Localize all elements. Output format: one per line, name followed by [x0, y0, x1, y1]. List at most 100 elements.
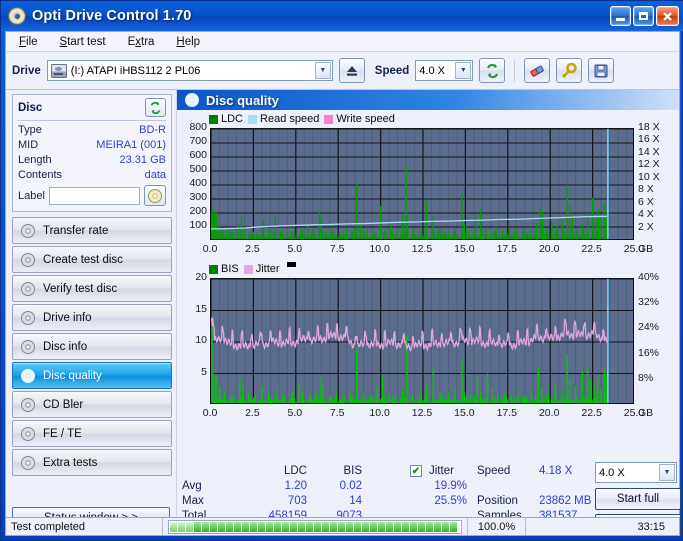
- legend-label: Read speed: [260, 113, 320, 125]
- y-tick-label: 5: [201, 365, 207, 378]
- chevron-down-icon[interactable]: ▼: [314, 62, 331, 79]
- progress-block: [386, 521, 393, 532]
- drive-select[interactable]: (I:) ATAPI iHBS112 2 PL06 ▼: [46, 60, 333, 81]
- save-icon[interactable]: [588, 58, 615, 83]
- sidebar-item-label: Disc quality: [43, 369, 102, 382]
- progress-block: [178, 521, 185, 532]
- sidebar-item-label: Drive info: [43, 311, 92, 324]
- y2-tick-label: 18 X: [638, 121, 660, 133]
- progress-block: [338, 521, 345, 532]
- legend-swatch-jitter: [243, 264, 253, 274]
- y2-tick-label: 16 X: [638, 133, 660, 146]
- x-axis-unit: GB: [638, 407, 654, 419]
- x-tick-label: 2.5: [245, 407, 260, 419]
- sidebar-item-transfer-rate[interactable]: Transfer rate: [12, 217, 172, 244]
- stats-bis-avg: 0.02: [339, 480, 362, 492]
- progress-block: [242, 521, 249, 532]
- disc-key: MID: [18, 139, 39, 151]
- chevron-down-icon[interactable]: ▼: [659, 464, 675, 481]
- y2-tick-label: 40%: [638, 271, 660, 283]
- x-tick-label: 17.5: [496, 407, 518, 419]
- sidebar-item-disc-quality[interactable]: Disc quality: [12, 362, 172, 389]
- disc-icon: [21, 397, 35, 412]
- sidebar-item-fe-te[interactable]: FE / TE: [12, 420, 172, 447]
- progress-block: [330, 521, 337, 532]
- label-input[interactable]: [48, 186, 140, 205]
- disc-row-contents: Contents data: [18, 169, 166, 181]
- legend-label: LDC: [221, 113, 244, 125]
- progress-cell: [163, 518, 468, 535]
- speed-stat-value: 4.18 X: [539, 465, 573, 477]
- y2-tick-label: 6 X: [638, 195, 654, 208]
- plot-area-top: [210, 128, 634, 240]
- position-value: 23862 MB: [539, 495, 592, 507]
- disc-value: data: [144, 169, 166, 181]
- legend-write-speed: Write speed: [324, 113, 395, 125]
- progress-block: [226, 521, 233, 532]
- sidebar-item-label: Create test disc: [43, 253, 123, 266]
- stats-jitter-max: 25.5%: [434, 495, 467, 507]
- x-tick-label: 5.0: [287, 407, 303, 419]
- progress-block: [170, 521, 177, 532]
- progress-block: [298, 521, 305, 532]
- progress-block: [402, 521, 409, 532]
- progress-block: [306, 521, 313, 532]
- disc-panel-header: Disc: [18, 98, 166, 121]
- sidebar-item-label: Disc info: [43, 340, 88, 353]
- app-window: Opti Drive Control 1.70 FFileile Start t…: [0, 0, 683, 541]
- stats-col-ldc: LDC: [283, 465, 307, 477]
- title-bar: Opti Drive Control 1.70: [1, 1, 683, 31]
- cd-icon[interactable]: [144, 185, 166, 206]
- refresh-icon[interactable]: [145, 98, 166, 117]
- drive-icon: [50, 63, 67, 78]
- start-full-button[interactable]: Start full: [595, 488, 681, 510]
- sidebar-item-extra-tests[interactable]: Extra tests: [12, 449, 172, 476]
- menu-extra[interactable]: Extra: [125, 35, 158, 49]
- x-tick-label: 22.5: [581, 407, 602, 419]
- sidebar-item-drive-info[interactable]: Drive info: [12, 304, 172, 331]
- legend-label: Write speed: [336, 113, 395, 125]
- progress-bar: [168, 519, 462, 534]
- x-tick-label: 12.5: [411, 243, 433, 255]
- y2-tick-label: 16%: [638, 346, 660, 359]
- stats-col-bis: BIS: [343, 465, 362, 477]
- progress-block: [354, 521, 361, 532]
- sidebar-item-create-test-disc[interactable]: Create test disc: [12, 246, 172, 273]
- gear-icon[interactable]: [556, 58, 583, 83]
- eject-button[interactable]: [338, 58, 365, 83]
- menu-start-test[interactable]: Start test: [57, 35, 109, 49]
- progress-block: [234, 521, 241, 532]
- speed-select[interactable]: 4.0 X ▼: [415, 60, 474, 81]
- refresh-icon[interactable]: [479, 58, 506, 83]
- drive-label: Drive: [12, 64, 41, 77]
- menu-file[interactable]: FFileile: [16, 35, 41, 49]
- jitter-checkbox[interactable]: ✔: [410, 465, 422, 477]
- progress-block: [394, 521, 401, 532]
- legend-swatch-extra: [286, 262, 296, 267]
- test-speed-select[interactable]: 4.0 X ▼: [595, 462, 677, 483]
- x-tick-label: 12.5: [411, 407, 433, 419]
- sidebar-item-verify-test-disc[interactable]: Verify test disc: [12, 275, 172, 302]
- panel-header: Disc quality: [177, 90, 679, 110]
- y2-tick-label: 8%: [638, 371, 654, 384]
- legend-label: BIS: [221, 263, 239, 275]
- menu-help[interactable]: Help: [173, 35, 203, 49]
- close-icon[interactable]: [656, 6, 679, 26]
- progress-block: [202, 521, 209, 532]
- maximize-button[interactable]: [633, 6, 654, 26]
- eraser-icon[interactable]: [524, 58, 551, 83]
- sidebar-item-cd-bler[interactable]: CD Bler: [12, 391, 172, 418]
- sidebar-item-disc-info[interactable]: Disc info: [12, 333, 172, 360]
- disc-icon: [21, 455, 35, 470]
- minimize-button[interactable]: [610, 6, 631, 26]
- chevron-down-icon[interactable]: ▼: [455, 62, 472, 79]
- x-tick-label: 20.0: [538, 407, 560, 419]
- main-panel: Disc quality LDC Read speed Write speed: [176, 90, 681, 536]
- position-label: Position: [477, 495, 518, 507]
- progress-block: [426, 521, 433, 532]
- plot-area-bottom: [210, 278, 634, 404]
- y-tick-label: 20: [195, 271, 207, 283]
- progress-block: [250, 521, 257, 532]
- status-message: Test completed: [6, 518, 163, 535]
- y-tick-label: 400: [189, 177, 207, 189]
